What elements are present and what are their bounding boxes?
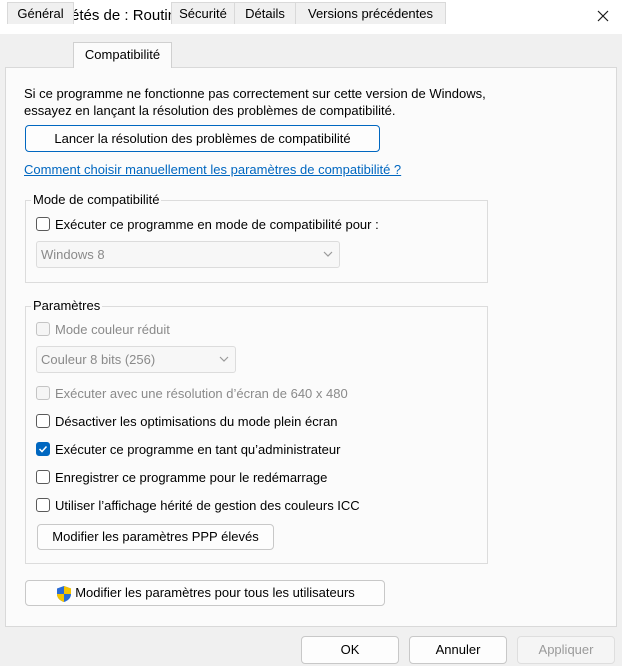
troubleshoot-button[interactable]: Lancer la résolution des problèmes de co…: [25, 125, 380, 152]
tab-general[interactable]: Général: [7, 2, 74, 24]
chevron-down-icon: [323, 251, 333, 257]
fullscreen-opt-row[interactable]: Désactiver les optimisations du mode ple…: [36, 412, 338, 430]
tab-security[interactable]: Sécurité: [171, 2, 235, 24]
res-640-checkbox: [36, 386, 50, 400]
reduced-color-row: Mode couleur réduit: [36, 320, 170, 338]
compat-mode-checkbox[interactable]: [36, 217, 50, 231]
color-depth-select: Couleur 8 bits (256): [36, 346, 236, 373]
res-640-label: Exécuter avec une résolution d’écran de …: [55, 385, 348, 401]
register-restart-label: Enregistrer ce programme pour le redémar…: [55, 469, 328, 485]
settings-legend: Paramètres: [31, 298, 103, 313]
intro-text: Si ce programme ne fonctionne pas correc…: [24, 86, 486, 118]
close-button[interactable]: [584, 0, 622, 32]
compat-mode-row[interactable]: Exécuter ce programme en mode de compati…: [36, 215, 379, 233]
run-as-admin-checkbox[interactable]: [36, 442, 50, 456]
legacy-icc-checkbox[interactable]: [36, 498, 50, 512]
tab-compatibility[interactable]: Compatibilité: [73, 42, 172, 68]
fullscreen-opt-label: Désactiver les optimisations du mode ple…: [55, 413, 338, 429]
close-icon: [597, 10, 609, 22]
fullscreen-opt-checkbox[interactable]: [36, 414, 50, 428]
compat-os-select[interactable]: Windows 8: [36, 241, 340, 268]
checkmark-icon: [38, 445, 48, 453]
reduced-color-checkbox: [36, 322, 50, 336]
compat-mode-legend: Mode de compatibilité: [31, 192, 162, 207]
tab-details[interactable]: Détails: [234, 2, 296, 24]
run-as-admin-row[interactable]: Exécuter ce programme en tant qu’adminis…: [36, 440, 340, 458]
legacy-icc-row[interactable]: Utiliser l’affichage hérité de gestion d…: [36, 496, 360, 514]
all-users-button[interactable]: Modifier les paramètres pour tous les ut…: [25, 580, 385, 606]
manual-settings-link[interactable]: Comment choisir manuellement les paramèt…: [24, 162, 401, 177]
chevron-down-icon: [219, 356, 229, 362]
tab-previous-versions[interactable]: Versions précédentes: [295, 2, 446, 24]
reduced-color-label: Mode couleur réduit: [55, 321, 170, 337]
high-dpi-button[interactable]: Modifier les paramètres PPP élevés: [37, 524, 274, 550]
compat-mode-label: Exécuter ce programme en mode de compati…: [55, 216, 379, 232]
cancel-button[interactable]: Annuler: [409, 636, 507, 664]
register-restart-row[interactable]: Enregistrer ce programme pour le redémar…: [36, 468, 327, 486]
ok-button[interactable]: OK: [301, 636, 399, 664]
legacy-icc-label: Utiliser l’affichage hérité de gestion d…: [55, 497, 360, 513]
apply-button: Appliquer: [517, 636, 615, 664]
res-640-row: Exécuter avec une résolution d’écran de …: [36, 384, 348, 402]
register-restart-checkbox[interactable]: [36, 470, 50, 484]
uac-shield-icon: [57, 585, 72, 602]
run-as-admin-label: Exécuter ce programme en tant qu’adminis…: [55, 441, 341, 457]
